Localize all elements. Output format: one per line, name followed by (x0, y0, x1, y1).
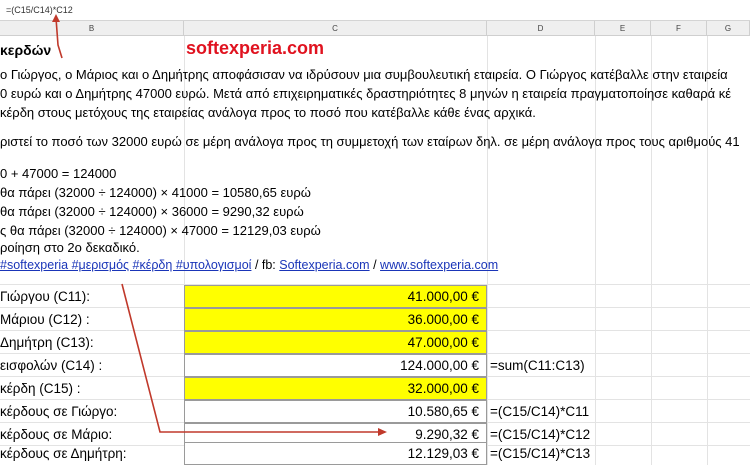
cell-c18[interactable]: 12.129,03 € (184, 442, 487, 465)
tags-separator: / (373, 258, 377, 272)
facebook-link[interactable]: Softexperia.com (279, 258, 369, 272)
paragraph-line: ροίηση στο 2ο δεκαδικό. (0, 240, 140, 255)
cell-c12[interactable]: 36.000,00 € (184, 308, 487, 331)
cell-c11[interactable]: 41.000,00 € (184, 285, 487, 308)
formula-c16: =(C15/C14)*C11 (490, 404, 590, 419)
row-label-share-dimitris: κέρδους σε Δημήτρη: (0, 446, 127, 461)
sheet-title: κερδών (0, 42, 52, 58)
tags-separator: / fb: (254, 258, 276, 272)
formula-bar-content[interactable]: =(C15/C14)*C12 (6, 5, 73, 15)
paragraph-line: ς θα πάρει (32000 ÷ 124000) × 47000 = 12… (0, 223, 321, 238)
row-label-dimitris: Δημήτρη (C13): (0, 335, 94, 350)
column-header-d[interactable]: D (487, 21, 595, 36)
paragraph-line: κέρδη στους μετόχους της εταιρείας ανάλο… (0, 105, 536, 120)
paragraph-line: ριστεί το ποσό των 32000 ευρώ σε μέρη αν… (0, 134, 740, 149)
row-label-profit: κέρδη (C15) : (0, 381, 81, 396)
brand-title: softexperia.com (186, 38, 325, 58)
hashtags-link[interactable]: #softexperia #μερισμός #κέρδη #υπολογισμ… (0, 258, 251, 272)
tags-line: #softexperia #μερισμός #κέρδη #υπολογισμ… (0, 258, 498, 272)
column-header-g[interactable]: G (707, 21, 750, 36)
website-link[interactable]: www.softexperia.com (380, 258, 498, 272)
cell-c14[interactable]: 124.000,00 € (184, 354, 487, 377)
column-header-b[interactable]: B (0, 21, 184, 36)
paragraph-line: 0 + 47000 = 124000 (0, 166, 117, 181)
column-header-e[interactable]: E (595, 21, 651, 36)
cell-c15[interactable]: 32.000,00 € (184, 377, 487, 400)
column-header-f[interactable]: F (651, 21, 707, 36)
paragraph-line: θα πάρει (32000 ÷ 124000) × 41000 = 1058… (0, 185, 311, 200)
paragraph-line: 0 ευρώ και ο Δημήτρης 47000 ευρώ. Μετά α… (0, 86, 732, 101)
row-label-total: εισφολών (C14) : (0, 358, 103, 373)
row-label-marios: Μάριου (C12) : (0, 312, 90, 327)
cell-c13[interactable]: 47.000,00 € (184, 331, 487, 354)
column-header-c[interactable]: C (184, 21, 487, 36)
paragraph-line: θα πάρει (32000 ÷ 124000) × 36000 = 9290… (0, 204, 304, 219)
row-label-giorgos: Γιώργου (C11): (0, 289, 90, 304)
formula-c18: =(C15/C14)*C13 (490, 446, 591, 461)
cell-c16[interactable]: 10.580,65 € (184, 400, 487, 423)
paragraph-line: ο Γιώργος, ο Μάριος και ο Δημήτρης αποφά… (0, 67, 728, 82)
row-label-share-giorgos: κέρδους σε Γιώργο: (0, 404, 118, 419)
formula-bar[interactable]: =(C15/C14)*C12 (0, 0, 750, 21)
formula-c14: =sum(C11:C13) (490, 358, 585, 373)
